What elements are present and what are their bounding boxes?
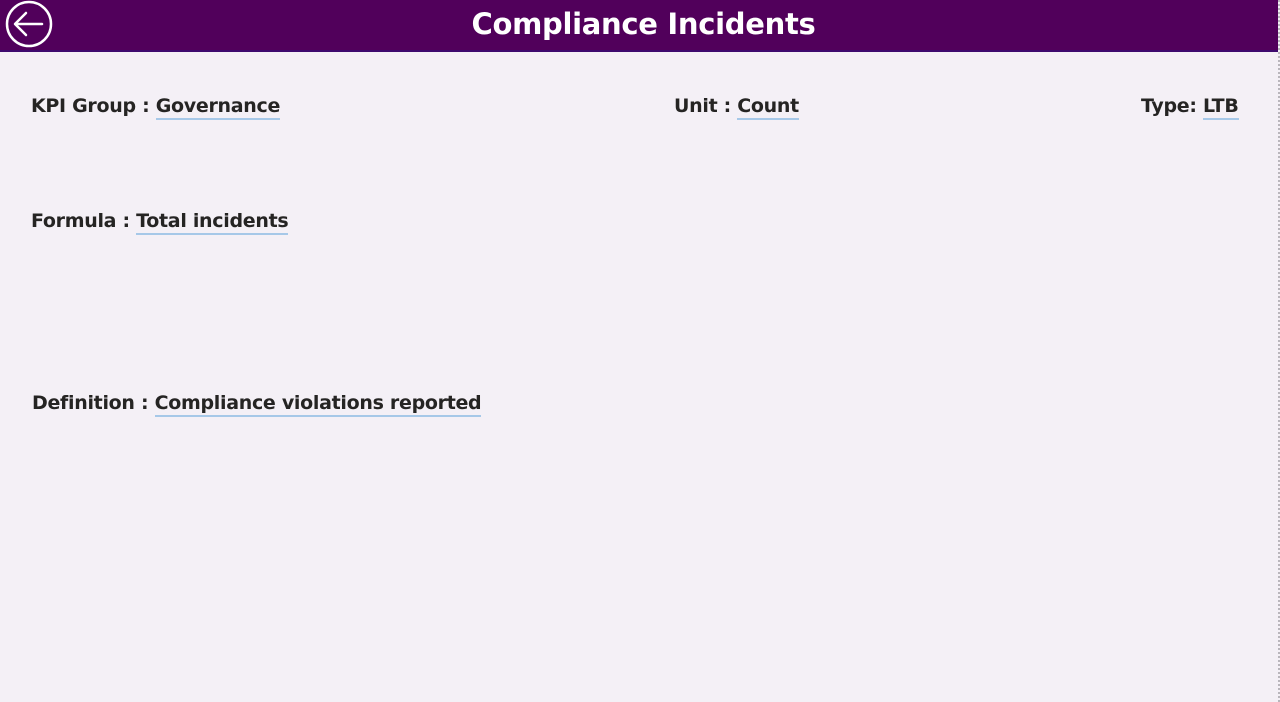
unit-value: Count (737, 95, 799, 120)
page-title: Compliance Incidents (471, 7, 816, 41)
unit-label: Unit : (674, 95, 738, 117)
definition-field: Definition : Compliance violations repor… (32, 391, 482, 417)
definition-value: Compliance violations reported (154, 392, 482, 417)
kpi-group-label: KPI Group : (31, 95, 156, 117)
type-value: LTB (1203, 95, 1239, 120)
formula-value: Total incidents (136, 210, 289, 235)
title-bar: Compliance Incidents (0, 0, 1279, 52)
unit-field: Unit : Count (674, 94, 799, 120)
kpi-group-field: KPI Group : Governance (31, 94, 280, 120)
kpi-group-value: Governance (155, 95, 280, 120)
type-field: Type: LTB (1141, 94, 1239, 120)
formula-field: Formula : Total incidents (31, 209, 289, 235)
formula-label: Formula : (31, 210, 137, 232)
definition-label: Definition : (32, 392, 155, 414)
type-label: Type: (1141, 95, 1203, 117)
